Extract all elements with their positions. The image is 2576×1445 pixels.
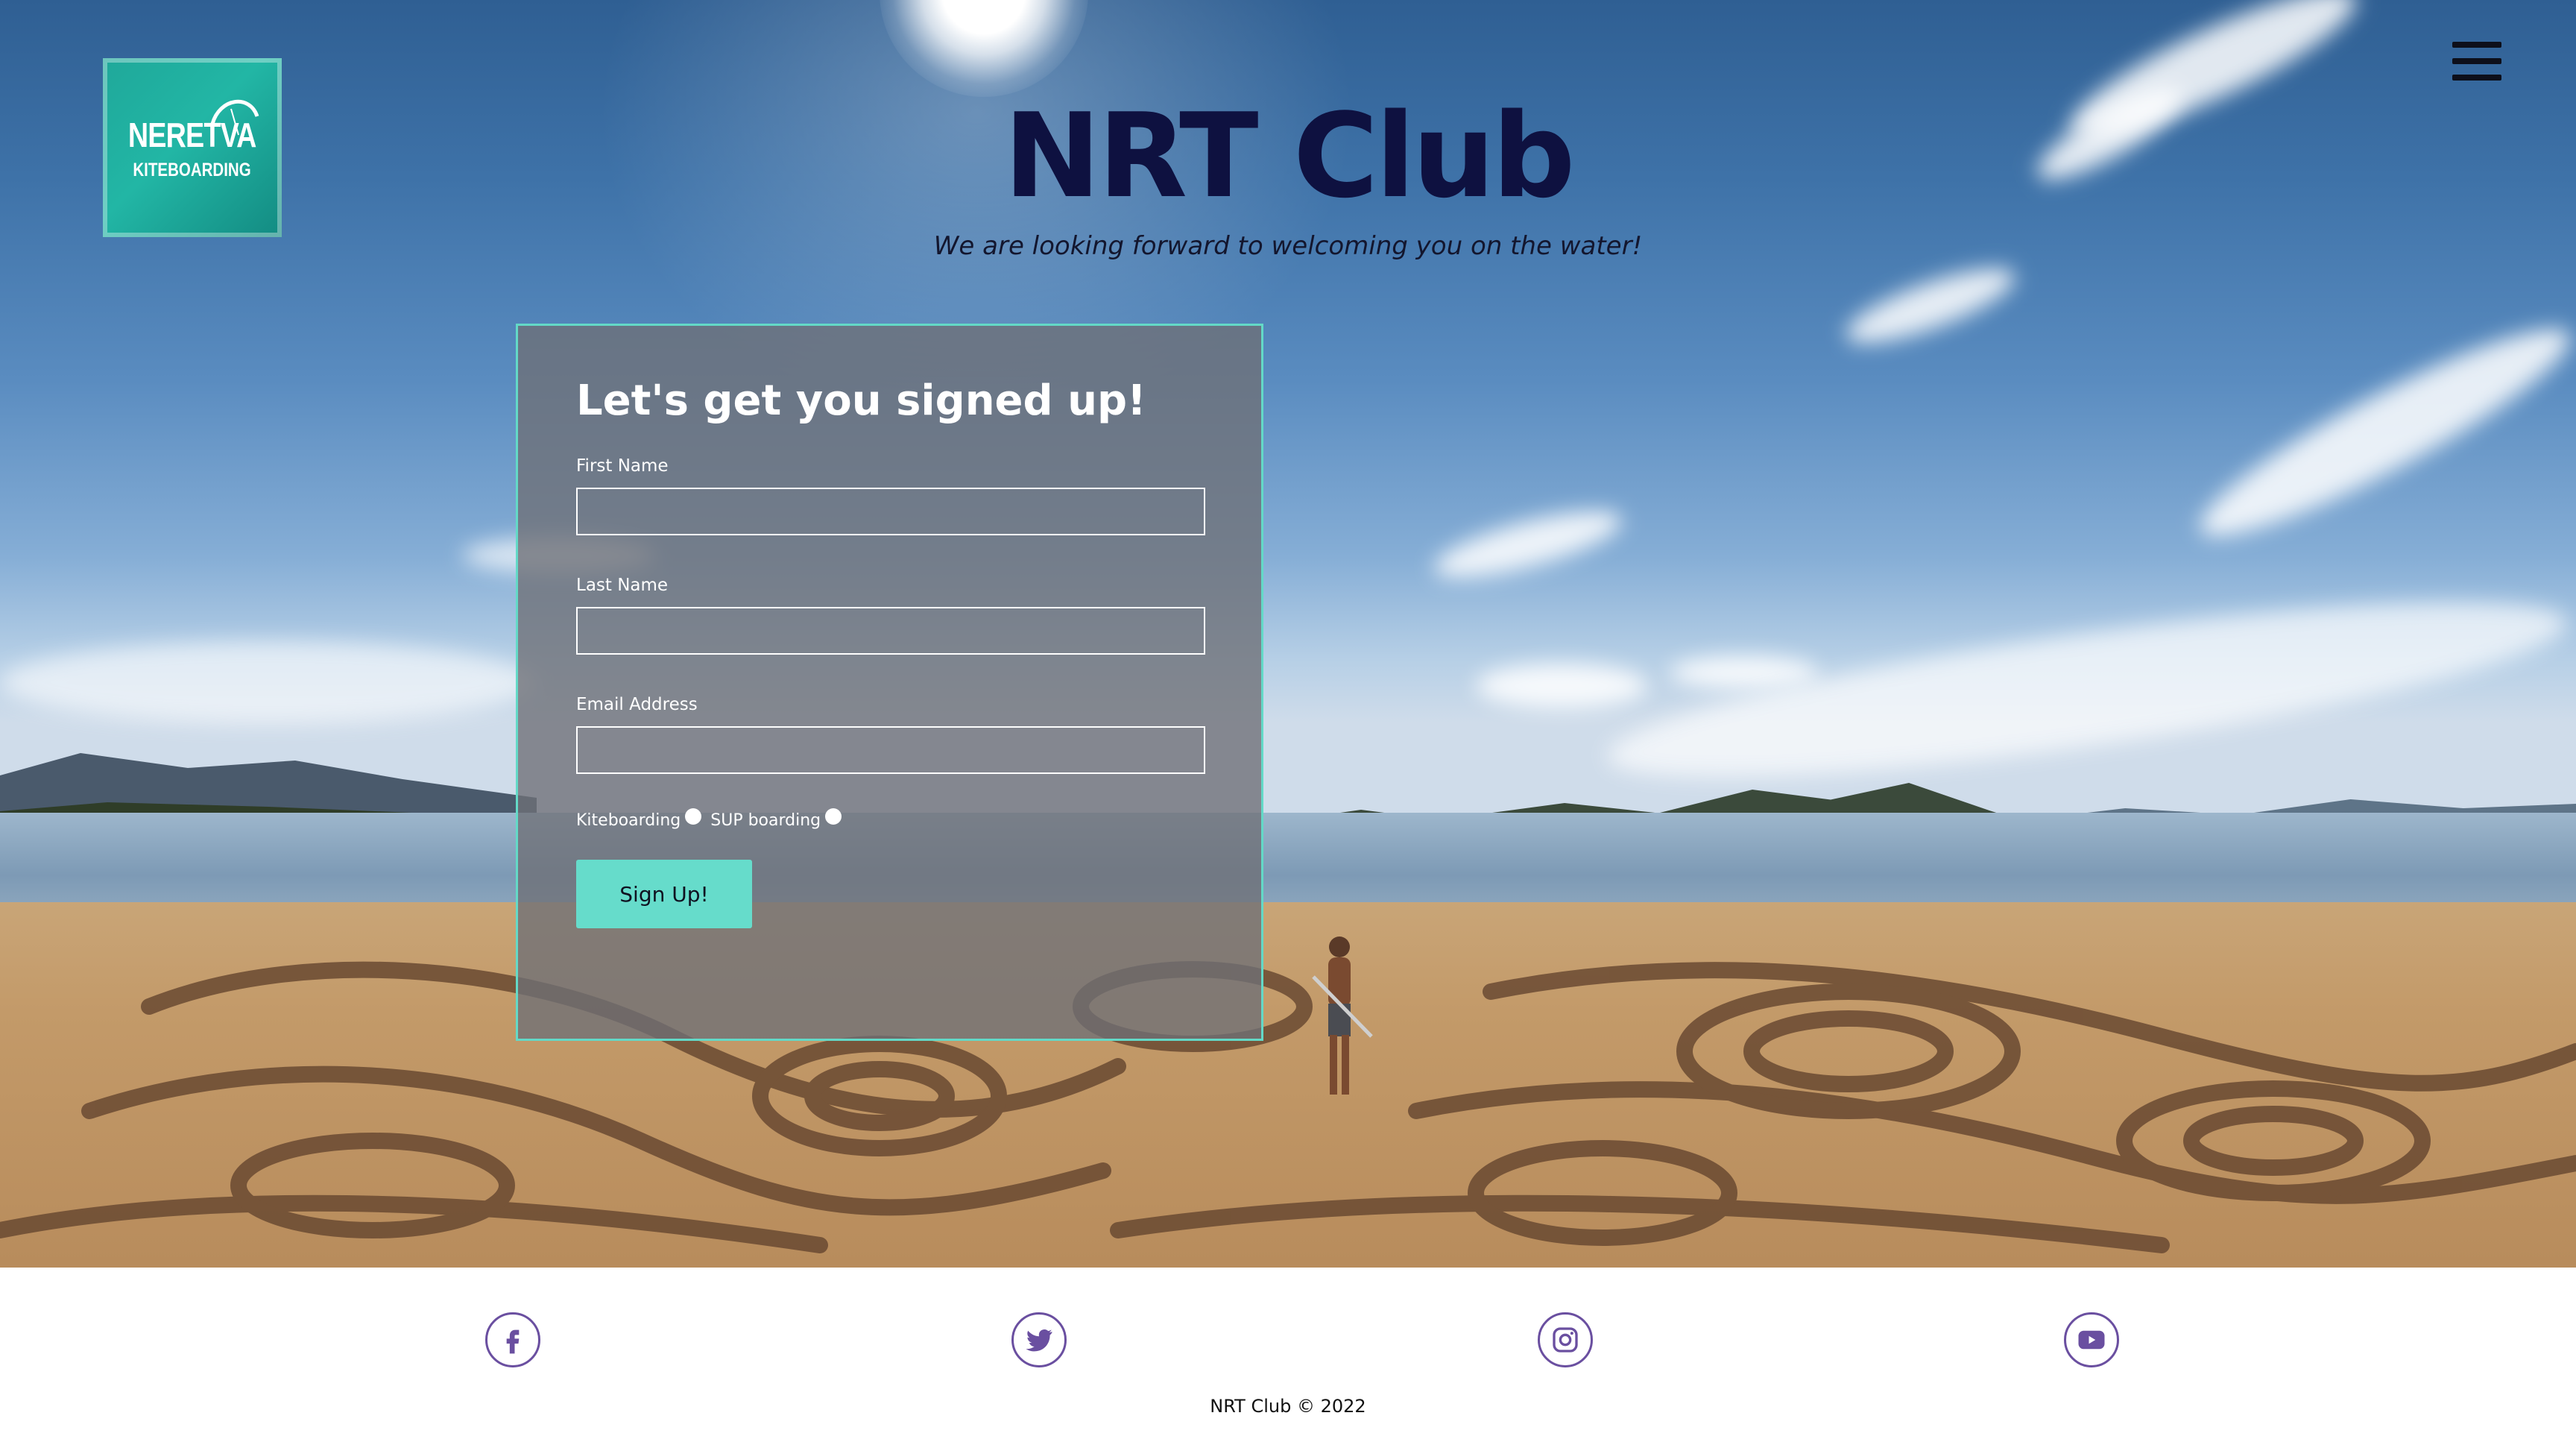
site-subtitle: We are looking forward to welcoming you … — [933, 231, 1643, 261]
youtube-glyph — [2078, 1330, 2105, 1350]
signup-form: Let's get you signed up! First Name Last… — [516, 324, 1263, 1041]
sup-boarding-radio[interactable] — [825, 808, 842, 825]
menu-bar — [2452, 42, 2501, 48]
sand-art-pattern — [0, 961, 2576, 1253]
facebook-icon[interactable] — [485, 1312, 540, 1367]
cloud — [0, 641, 537, 723]
menu-bar — [2452, 58, 2501, 64]
first-name-input[interactable] — [576, 488, 1205, 535]
form-title: Let's get you signed up! — [576, 377, 1146, 425]
kiteboarding-label: Kiteboarding — [576, 811, 681, 830]
cloud — [2183, 301, 2576, 564]
sup-boarding-label: SUP boarding — [710, 811, 821, 830]
twitter-glyph — [1026, 1329, 1052, 1352]
last-name-input[interactable] — [576, 607, 1205, 655]
menu-bar — [2452, 75, 2501, 81]
cloud — [1599, 567, 2575, 813]
email-input[interactable] — [576, 726, 1205, 774]
sport-options: Kiteboarding SUP boarding — [576, 808, 1203, 830]
last-name-label: Last Name — [576, 576, 669, 595]
email-label: Email Address — [576, 695, 698, 714]
cloud — [1670, 656, 1819, 689]
hamburger-menu-icon[interactable] — [2452, 39, 2501, 84]
first-name-label: First Name — [576, 456, 669, 476]
paddleboarder-figure — [1312, 936, 1373, 1095]
site-title: NRT Club — [1003, 88, 1575, 224]
youtube-icon[interactable] — [2064, 1312, 2119, 1367]
instagram-glyph — [1553, 1327, 1578, 1353]
footer: NRT Club © 2022 — [0, 1268, 2576, 1445]
copyright-text: NRT Club © 2022 — [1210, 1396, 1366, 1417]
kiteboarding-radio[interactable] — [685, 808, 702, 825]
cloud — [1476, 664, 1647, 708]
cloud — [1838, 254, 2023, 358]
facebook-glyph — [506, 1329, 520, 1354]
cloud — [1428, 497, 1628, 591]
signup-button[interactable]: Sign Up! — [576, 860, 752, 928]
instagram-icon[interactable] — [1538, 1312, 1593, 1367]
twitter-icon[interactable] — [1011, 1312, 1067, 1367]
